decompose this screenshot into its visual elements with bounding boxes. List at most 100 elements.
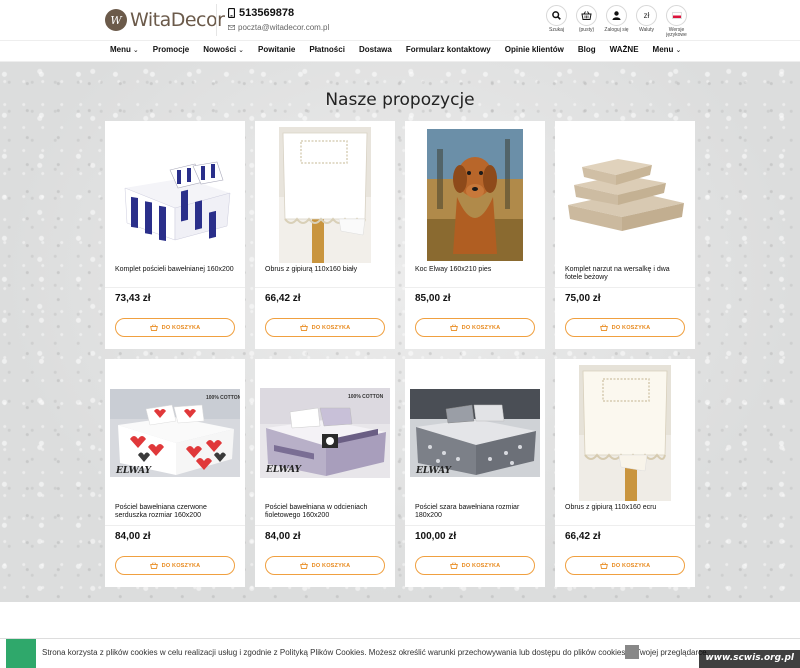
phone-icon	[228, 8, 235, 18]
product-name[interactable]: Koc Elway 160x210 pies	[415, 266, 537, 274]
product-name[interactable]: Obrus z gipiurą 110x160 biały	[265, 266, 387, 274]
top-header: W WitaDecor 513569878 poczta@witadecor.c…	[0, 0, 800, 40]
currency-circle: zł	[636, 5, 657, 26]
section-title: Nasze propozycje	[325, 90, 475, 110]
brand-logo: ELWAY	[415, 466, 453, 476]
product-card[interactable]: Komplet pościeli bawełnianej 160x200 73,…	[105, 121, 245, 349]
add-to-cart-label: DO KOSZYKA	[461, 562, 501, 569]
product-image[interactable]	[260, 126, 390, 264]
nav-label: Menu	[110, 45, 131, 54]
nav-item-nowosci[interactable]: Nowości ⌄	[203, 45, 244, 54]
cookie-close-button[interactable]	[625, 645, 639, 659]
logo-text: WitaDecor	[130, 9, 225, 31]
product-name[interactable]: Pościel szara bawełniana rozmiar 180x200	[415, 504, 537, 520]
nav-label: Opinie klientów	[504, 45, 564, 54]
add-to-cart-button[interactable]: DO KOSZYKA	[265, 318, 385, 337]
add-to-cart-button[interactable]: DO KOSZYKA	[265, 556, 385, 575]
nav-item-blog[interactable]: Blog	[578, 45, 596, 54]
basket-icon	[449, 562, 458, 569]
chevron-down-icon: ⌄	[238, 46, 245, 54]
bedding-blue-image	[124, 161, 231, 241]
product-name[interactable]: Obrus z gipiurą 110x160 ecru	[565, 504, 687, 512]
nav-label: Formularz kontaktowy	[405, 45, 491, 54]
currency-icon: zł	[643, 11, 650, 20]
product-image[interactable]	[410, 126, 540, 264]
product-image[interactable]: ELWAY	[410, 364, 540, 502]
product-card[interactable]: 100% COTTON ELWAY Pościel bawełniana w o…	[255, 359, 395, 587]
nav-item-powitanie[interactable]: Powitanie	[258, 45, 295, 54]
cart-button[interactable]: (pusty)	[576, 5, 597, 38]
nav-item-wazne[interactable]: WAŻNE	[610, 45, 639, 54]
bedding-purple-image: 100% COTTON ELWAY	[260, 388, 390, 478]
add-to-cart-label: DO KOSZYKA	[311, 324, 351, 331]
product-image[interactable]: 100% COTTON ELWAY	[110, 364, 240, 502]
email-link[interactable]: poczta@witadecor.com.pl	[228, 23, 329, 32]
product-card[interactable]: Koc Elway 160x210 pies 85,00 zł DO KOSZY…	[405, 121, 545, 349]
chevron-down-icon: ⌄	[132, 46, 139, 54]
watermark: www.scwis.org.pl	[699, 650, 800, 668]
nav-label: Promocje	[152, 45, 190, 54]
product-image[interactable]	[110, 126, 240, 264]
basket-icon	[299, 562, 308, 569]
product-name[interactable]: Pościel bawełniana czerwone serduszka ro…	[115, 504, 237, 520]
add-to-cart-button[interactable]: DO KOSZYKA	[115, 318, 235, 337]
search-button[interactable]: Szukaj	[546, 5, 567, 38]
search-icon	[552, 11, 561, 20]
product-price: 66,42 zł	[265, 293, 301, 304]
product-name[interactable]: Komplet pościeli bawełnianej 160x200	[115, 266, 237, 274]
product-card[interactable]: 100% COTTON ELWAY Pościel bawełniana cze…	[105, 359, 245, 587]
header-separator	[216, 4, 217, 36]
add-to-cart-label: DO KOSZYKA	[161, 562, 201, 569]
product-price: 66,42 zł	[565, 531, 601, 542]
logo-mark-icon: W	[105, 9, 127, 31]
product-name[interactable]: Pościel bawełniana w odcieniach fioletow…	[265, 504, 387, 520]
nav-label: Dostawa	[358, 45, 392, 54]
page-bottom-spacer	[0, 602, 800, 638]
divider	[105, 525, 245, 526]
product-name[interactable]: Komplet narzut na wersalkę i dwa fotele …	[565, 266, 687, 282]
language-label: Wersje językowe	[666, 27, 687, 38]
product-image[interactable]	[560, 126, 690, 264]
add-to-cart-label: DO KOSZYKA	[311, 562, 351, 569]
cookie-icon	[6, 639, 36, 668]
brand-logo: ELWAY	[265, 465, 303, 475]
product-image[interactable]	[560, 364, 690, 502]
currency-label: Waluty	[638, 27, 655, 33]
nav-item-menu-2[interactable]: Menu ⌄	[653, 45, 682, 54]
add-to-cart-label: DO KOSZYKA	[461, 324, 501, 331]
add-to-cart-button[interactable]: DO KOSZYKA	[415, 318, 535, 337]
product-price: 100,00 zł	[415, 531, 457, 542]
language-button[interactable]: Wersje językowe	[666, 5, 687, 38]
cart-label: (pusty)	[578, 27, 595, 33]
brand-logo: ELWAY	[115, 466, 153, 476]
product-card[interactable]: Komplet narzut na wersalkę i dwa fotele …	[555, 121, 695, 349]
nav-item-dostawa[interactable]: Dostawa	[359, 45, 392, 54]
divider	[105, 287, 245, 288]
add-to-cart-button[interactable]: DO KOSZYKA	[415, 556, 535, 575]
cotton-badge: 100% COTTON	[348, 394, 384, 400]
nav-item-platnosci[interactable]: Płatności	[309, 45, 345, 54]
basket-icon	[449, 324, 458, 331]
login-circle	[606, 5, 627, 26]
phone-link[interactable]: 513569878	[228, 7, 329, 19]
product-price: 84,00 zł	[115, 531, 151, 542]
nav-item-opinie[interactable]: Opinie klientów	[505, 45, 564, 54]
product-image[interactable]: 100% COTTON ELWAY	[260, 364, 390, 502]
add-to-cart-button[interactable]: DO KOSZYKA	[115, 556, 235, 575]
nav-item-menu[interactable]: Menu ⌄	[110, 45, 139, 54]
login-label: Zaloguj się	[604, 27, 629, 33]
add-to-cart-button[interactable]: DO KOSZYKA	[565, 318, 685, 337]
add-to-cart-label: DO KOSZYKA	[611, 562, 651, 569]
login-button[interactable]: Zaloguj się	[604, 5, 629, 38]
divider	[405, 525, 545, 526]
product-card[interactable]: Obrus z gipiurą 110x160 ecru 66,42 zł DO…	[555, 359, 695, 587]
product-price: 73,43 zł	[115, 293, 151, 304]
nav-item-formularz[interactable]: Formularz kontaktowy	[406, 45, 491, 54]
product-card[interactable]: Obrus z gipiurą 110x160 biały 66,42 zł D…	[255, 121, 395, 349]
nav-item-promocje[interactable]: Promocje	[153, 45, 189, 54]
currency-button[interactable]: zł Waluty	[636, 5, 657, 38]
logo[interactable]: W WitaDecor	[105, 8, 225, 32]
bedspread-beige-image	[568, 159, 684, 231]
product-card[interactable]: ELWAY Pościel szara bawełniana rozmiar 1…	[405, 359, 545, 587]
add-to-cart-button[interactable]: DO KOSZYKA	[565, 556, 685, 575]
